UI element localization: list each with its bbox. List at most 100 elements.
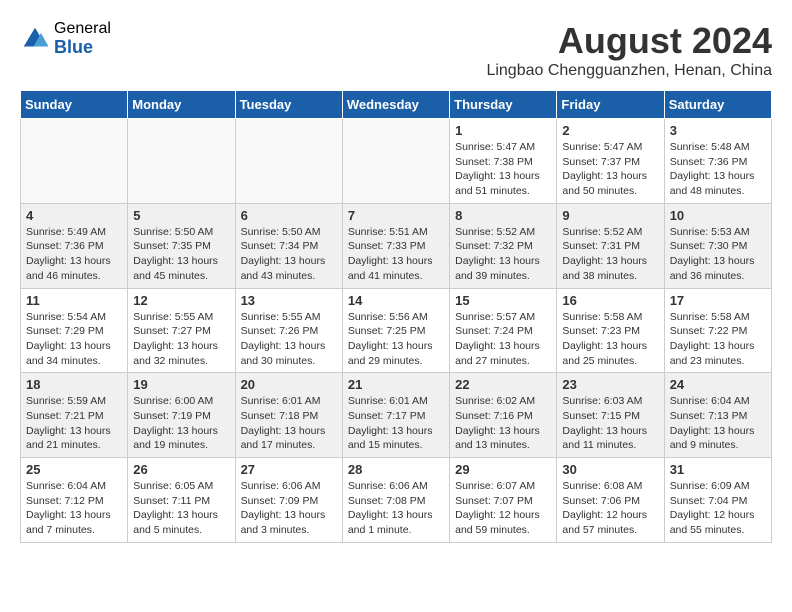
column-header-thursday: Thursday — [450, 91, 557, 119]
calendar-cell: 2 Sunrise: 5:47 AMSunset: 7:37 PMDaylight… — [557, 119, 664, 204]
cell-info-text: Sunrise: 6:07 AMSunset: 7:07 PMDaylight:… — [455, 479, 551, 538]
calendar-cell: 9 Sunrise: 5:52 AMSunset: 7:31 PMDaylight… — [557, 203, 664, 288]
cell-date-number: 23 — [562, 377, 658, 392]
cell-info-text: Sunrise: 5:56 AMSunset: 7:25 PMDaylight:… — [348, 310, 444, 369]
column-header-saturday: Saturday — [664, 91, 771, 119]
cell-info-text: Sunrise: 5:58 AMSunset: 7:23 PMDaylight:… — [562, 310, 658, 369]
calendar-cell: 23 Sunrise: 6:03 AMSunset: 7:15 PMDayligh… — [557, 373, 664, 458]
cell-date-number: 3 — [670, 123, 766, 138]
cell-date-number: 6 — [241, 208, 337, 223]
calendar-cell: 17 Sunrise: 5:58 AMSunset: 7:22 PMDayligh… — [664, 288, 771, 373]
cell-info-text: Sunrise: 5:47 AMSunset: 7:37 PMDaylight:… — [562, 140, 658, 199]
calendar-cell: 16 Sunrise: 5:58 AMSunset: 7:23 PMDayligh… — [557, 288, 664, 373]
cell-date-number: 13 — [241, 293, 337, 308]
cell-date-number: 31 — [670, 462, 766, 477]
week-row-4: 18 Sunrise: 5:59 AMSunset: 7:21 PMDayligh… — [21, 373, 772, 458]
cell-info-text: Sunrise: 5:55 AMSunset: 7:26 PMDaylight:… — [241, 310, 337, 369]
cell-info-text: Sunrise: 6:06 AMSunset: 7:08 PMDaylight:… — [348, 479, 444, 538]
cell-info-text: Sunrise: 5:55 AMSunset: 7:27 PMDaylight:… — [133, 310, 229, 369]
cell-info-text: Sunrise: 5:50 AMSunset: 7:35 PMDaylight:… — [133, 225, 229, 284]
calendar-cell: 27Sunrise: 6:06 AMSunset: 7:09 PMDayligh… — [235, 458, 342, 543]
cell-info-text: Sunrise: 5:58 AMSunset: 7:22 PMDaylight:… — [670, 310, 766, 369]
cell-date-number: 25 — [26, 462, 122, 477]
cell-date-number: 21 — [348, 377, 444, 392]
cell-date-number: 8 — [455, 208, 551, 223]
title-section: August 2024 Lingbao Chengguanzhen, Henan… — [486, 20, 772, 80]
calendar-cell: 31Sunrise: 6:09 AMSunset: 7:04 PMDayligh… — [664, 458, 771, 543]
cell-info-text: Sunrise: 5:52 AMSunset: 7:31 PMDaylight:… — [562, 225, 658, 284]
cell-date-number: 26 — [133, 462, 229, 477]
cell-info-text: Sunrise: 6:01 AMSunset: 7:17 PMDaylight:… — [348, 394, 444, 453]
cell-info-text: Sunrise: 5:48 AMSunset: 7:36 PMDaylight:… — [670, 140, 766, 199]
cell-date-number: 10 — [670, 208, 766, 223]
calendar-cell: 6Sunrise: 5:50 AMSunset: 7:34 PMDaylight… — [235, 203, 342, 288]
calendar-cell: 19Sunrise: 6:00 AMSunset: 7:19 PMDayligh… — [128, 373, 235, 458]
location-title: Lingbao Chengguanzhen, Henan, China — [486, 62, 772, 80]
cell-date-number: 2 — [562, 123, 658, 138]
column-header-tuesday: Tuesday — [235, 91, 342, 119]
calendar-cell — [128, 119, 235, 204]
cell-info-text: Sunrise: 5:47 AMSunset: 7:38 PMDaylight:… — [455, 140, 551, 199]
cell-date-number: 16 — [562, 293, 658, 308]
month-year-title: August 2024 — [486, 20, 772, 62]
calendar-table: SundayMondayTuesdayWednesdayThursdayFrid… — [20, 90, 772, 543]
week-row-3: 11Sunrise: 5:54 AMSunset: 7:29 PMDayligh… — [21, 288, 772, 373]
calendar-cell: 25 Sunrise: 6:04 AMSunset: 7:12 PMDayligh… — [21, 458, 128, 543]
calendar-cell: 18 Sunrise: 5:59 AMSunset: 7:21 PMDayligh… — [21, 373, 128, 458]
week-row-1: 1 Sunrise: 5:47 AMSunset: 7:38 PMDaylight… — [21, 119, 772, 204]
cell-info-text: Sunrise: 5:52 AMSunset: 7:32 PMDaylight:… — [455, 225, 551, 284]
calendar-cell: 5 Sunrise: 5:50 AMSunset: 7:35 PMDaylight… — [128, 203, 235, 288]
cell-info-text: Sunrise: 5:53 AMSunset: 7:30 PMDaylight:… — [670, 225, 766, 284]
header-row: SundayMondayTuesdayWednesdayThursdayFrid… — [21, 91, 772, 119]
cell-info-text: Sunrise: 5:54 AMSunset: 7:29 PMDaylight:… — [26, 310, 122, 369]
cell-date-number: 1 — [455, 123, 551, 138]
cell-info-text: Sunrise: 6:04 AMSunset: 7:13 PMDaylight:… — [670, 394, 766, 453]
cell-info-text: Sunrise: 6:06 AMSunset: 7:09 PMDaylight:… — [241, 479, 337, 538]
week-row-5: 25 Sunrise: 6:04 AMSunset: 7:12 PMDayligh… — [21, 458, 772, 543]
cell-date-number: 18 — [26, 377, 122, 392]
cell-date-number: 30 — [562, 462, 658, 477]
calendar-cell: 22Sunrise: 6:02 AMSunset: 7:16 PMDayligh… — [450, 373, 557, 458]
calendar-cell: 8 Sunrise: 5:52 AMSunset: 7:32 PMDaylight… — [450, 203, 557, 288]
cell-info-text: Sunrise: 6:00 AMSunset: 7:19 PMDaylight:… — [133, 394, 229, 453]
calendar-cell — [342, 119, 449, 204]
calendar-cell: 4Sunrise: 5:49 AMSunset: 7:36 PMDaylight… — [21, 203, 128, 288]
calendar-cell: 20Sunrise: 6:01 AMSunset: 7:18 PMDayligh… — [235, 373, 342, 458]
calendar-cell: 26 Sunrise: 6:05 AMSunset: 7:11 PMDayligh… — [128, 458, 235, 543]
calendar-cell: 7Sunrise: 5:51 AMSunset: 7:33 PMDaylight… — [342, 203, 449, 288]
cell-info-text: Sunrise: 6:01 AMSunset: 7:18 PMDaylight:… — [241, 394, 337, 453]
cell-info-text: Sunrise: 5:51 AMSunset: 7:33 PMDaylight:… — [348, 225, 444, 284]
calendar-cell: 10 Sunrise: 5:53 AMSunset: 7:30 PMDayligh… — [664, 203, 771, 288]
cell-info-text: Sunrise: 6:05 AMSunset: 7:11 PMDaylight:… — [133, 479, 229, 538]
cell-date-number: 17 — [670, 293, 766, 308]
cell-date-number: 29 — [455, 462, 551, 477]
column-header-monday: Monday — [128, 91, 235, 119]
cell-date-number: 28 — [348, 462, 444, 477]
cell-date-number: 5 — [133, 208, 229, 223]
calendar-cell: 3 Sunrise: 5:48 AMSunset: 7:36 PMDaylight… — [664, 119, 771, 204]
cell-info-text: Sunrise: 5:49 AMSunset: 7:36 PMDaylight:… — [26, 225, 122, 284]
calendar-cell — [21, 119, 128, 204]
calendar-cell: 30Sunrise: 6:08 AMSunset: 7:06 PMDayligh… — [557, 458, 664, 543]
logo-icon — [20, 24, 50, 54]
calendar-cell: 29 Sunrise: 6:07 AMSunset: 7:07 PMDayligh… — [450, 458, 557, 543]
cell-date-number: 9 — [562, 208, 658, 223]
cell-info-text: Sunrise: 5:57 AMSunset: 7:24 PMDaylight:… — [455, 310, 551, 369]
cell-info-text: Sunrise: 5:59 AMSunset: 7:21 PMDaylight:… — [26, 394, 122, 453]
calendar-cell — [235, 119, 342, 204]
calendar-cell: 14Sunrise: 5:56 AMSunset: 7:25 PMDayligh… — [342, 288, 449, 373]
week-row-2: 4Sunrise: 5:49 AMSunset: 7:36 PMDaylight… — [21, 203, 772, 288]
cell-date-number: 22 — [455, 377, 551, 392]
calendar-cell: 12 Sunrise: 5:55 AMSunset: 7:27 PMDayligh… — [128, 288, 235, 373]
cell-info-text: Sunrise: 6:03 AMSunset: 7:15 PMDaylight:… — [562, 394, 658, 453]
calendar-cell: 24Sunrise: 6:04 AMSunset: 7:13 PMDayligh… — [664, 373, 771, 458]
calendar-cell: 21 Sunrise: 6:01 AMSunset: 7:17 PMDayligh… — [342, 373, 449, 458]
cell-info-text: Sunrise: 6:04 AMSunset: 7:12 PMDaylight:… — [26, 479, 122, 538]
column-header-sunday: Sunday — [21, 91, 128, 119]
logo-blue: Blue — [54, 38, 111, 58]
calendar-cell: 11Sunrise: 5:54 AMSunset: 7:29 PMDayligh… — [21, 288, 128, 373]
logo-general: General — [54, 20, 111, 38]
calendar-cell: 1 Sunrise: 5:47 AMSunset: 7:38 PMDaylight… — [450, 119, 557, 204]
cell-date-number: 12 — [133, 293, 229, 308]
calendar-cell: 15Sunrise: 5:57 AMSunset: 7:24 PMDayligh… — [450, 288, 557, 373]
